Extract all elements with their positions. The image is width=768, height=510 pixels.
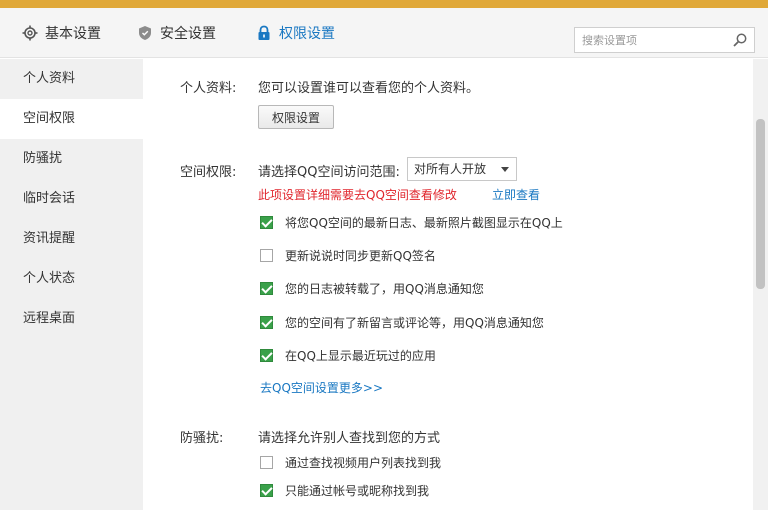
- harass-option-checkbox[interactable]: [260, 484, 273, 497]
- space-option-label: 更新说说时同步更新QQ签名: [285, 249, 436, 263]
- space-option-label: 在QQ上显示最近玩过的应用: [285, 349, 436, 363]
- space-option-row: 您的空间有了新留言或评论等，用QQ消息通知您: [260, 314, 544, 331]
- search-icon[interactable]: [732, 32, 748, 48]
- sidebar-item-profile[interactable]: 个人资料: [0, 59, 143, 99]
- profile-description: 您可以设置谁可以查看您的个人资料。: [258, 81, 480, 96]
- sidebar-item-anti-harassment[interactable]: 防骚扰: [0, 139, 143, 179]
- settings-content: 个人资料: 您可以设置谁可以查看您的个人资料。 权限设置 空间权限: 请选择QQ…: [143, 59, 753, 510]
- harass-option-label: 通过查找视频用户列表找到我: [285, 456, 442, 470]
- space-option-checkbox[interactable]: [260, 282, 273, 295]
- sidebar-item-info-reminder[interactable]: 资讯提醒: [0, 219, 143, 259]
- tab-security-settings-label: 安全设置: [160, 26, 216, 42]
- space-option-label: 您的空间有了新留言或评论等，用QQ消息通知您: [285, 316, 544, 330]
- profile-section-label: 个人资料:: [180, 81, 237, 96]
- content-scrollbar[interactable]: [753, 59, 768, 510]
- lock-icon: [258, 25, 270, 40]
- chevron-down-icon: [501, 167, 509, 172]
- tab-basic-settings[interactable]: 基本设置: [22, 8, 101, 58]
- tab-permission-settings-label: 权限设置: [279, 26, 335, 42]
- scrollbar-thumb[interactable]: [756, 119, 765, 289]
- search-input[interactable]: [575, 28, 725, 52]
- window-title-bar: [0, 0, 768, 8]
- space-option-row: 您的日志被转载了，用QQ消息通知您: [260, 280, 484, 297]
- sidebar-item-space-permission[interactable]: 空间权限: [0, 99, 143, 139]
- space-option-checkbox[interactable]: [260, 249, 273, 262]
- gear-icon: [22, 25, 38, 41]
- space-access-select-value: 对所有人开放: [414, 162, 487, 176]
- sidebar-item-personal-status[interactable]: 个人状态: [0, 259, 143, 299]
- space-more-settings-link[interactable]: 去QQ空间设置更多>>: [260, 379, 383, 396]
- permission-settings-button[interactable]: 权限设置: [258, 105, 334, 129]
- space-option-label: 将您QQ空间的最新日志、最新照片截图显示在QQ上: [285, 216, 563, 230]
- space-option-row: 将您QQ空间的最新日志、最新照片截图显示在QQ上: [260, 214, 563, 231]
- space-option-row: 在QQ上显示最近玩过的应用: [260, 347, 436, 364]
- space-option-label: 您的日志被转载了，用QQ消息通知您: [285, 282, 484, 296]
- harass-section-label: 防骚扰:: [180, 431, 224, 446]
- space-option-checkbox[interactable]: [260, 316, 273, 329]
- shield-icon: [139, 26, 151, 40]
- tab-basic-settings-label: 基本设置: [45, 26, 101, 42]
- tab-security-settings[interactable]: 安全设置: [137, 8, 216, 58]
- harass-option-row: 通过查找视频用户列表找到我: [260, 454, 441, 471]
- sidebar-item-temp-session[interactable]: 临时会话: [0, 179, 143, 219]
- space-section-label: 空间权限:: [180, 165, 237, 180]
- space-warning-text: 此项设置详细需要去QQ空间查看修改: [258, 188, 457, 202]
- space-option-checkbox[interactable]: [260, 349, 273, 362]
- sidebar-item-remote-desktop[interactable]: 远程桌面: [0, 299, 143, 339]
- space-access-select[interactable]: 对所有人开放: [407, 157, 517, 181]
- top-tab-bar: 基本设置 安全设置 权限设置: [0, 8, 768, 58]
- view-now-link[interactable]: 立即查看: [492, 186, 540, 203]
- harass-option-label: 只能通过帐号或昵称找到我: [285, 484, 430, 498]
- space-option-checkbox[interactable]: [260, 216, 273, 229]
- settings-sidebar: 个人资料 空间权限 防骚扰 临时会话 资讯提醒 个人状态 远程桌面: [0, 59, 143, 510]
- space-option-row: 更新说说时同步更新QQ签名: [260, 247, 436, 264]
- search-box: [574, 27, 755, 53]
- tab-permission-settings[interactable]: 权限设置: [256, 8, 335, 58]
- harass-prompt: 请选择允许别人查找到您的方式: [258, 431, 441, 446]
- space-access-prompt: 请选择QQ空间访问范围:: [258, 165, 400, 180]
- harass-option-row: 只能通过帐号或昵称找到我: [260, 482, 429, 499]
- harass-option-checkbox[interactable]: [260, 456, 273, 469]
